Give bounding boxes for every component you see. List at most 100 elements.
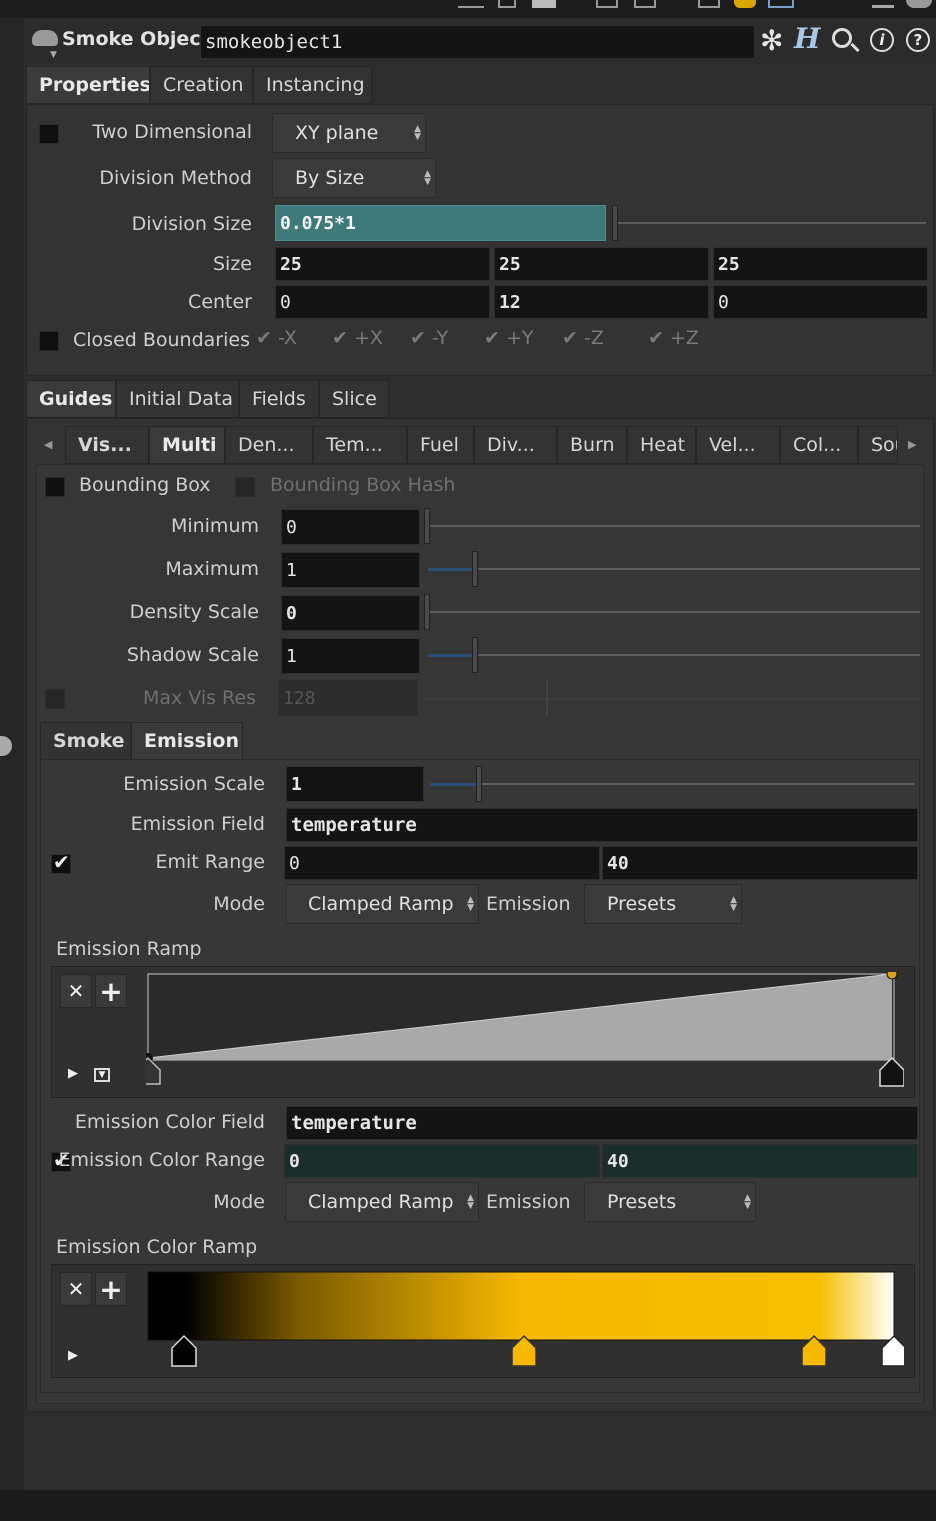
emission-presets-menu[interactable]: Presets ▲ ▼ bbox=[584, 884, 742, 924]
boundary-label: +Y bbox=[505, 327, 534, 349]
minimum-slider-track[interactable] bbox=[428, 525, 920, 527]
emit-range-max-field[interactable]: 40 bbox=[602, 846, 918, 880]
density-scale-slider-track[interactable] bbox=[428, 611, 920, 613]
emission-scale-slider-handle[interactable] bbox=[476, 766, 482, 802]
play-triangle-icon[interactable]: ▶ bbox=[68, 1348, 78, 1363]
division-method-menu[interactable]: By Size ▲ ▼ bbox=[272, 158, 436, 198]
emission-ramp-graph[interactable] bbox=[146, 972, 904, 1094]
tool-icon[interactable] bbox=[872, 0, 894, 8]
tool-icon[interactable] bbox=[596, 0, 618, 8]
mode-menu[interactable]: Clamped Ramp ▲ ▼ bbox=[285, 884, 479, 924]
size-x-field[interactable]: 25 bbox=[275, 247, 490, 281]
emission-color-range-min-field[interactable]: 0 bbox=[284, 1144, 600, 1178]
bounding-box-checkbox[interactable] bbox=[45, 477, 65, 497]
tab-instancing[interactable]: Instancing bbox=[253, 66, 372, 104]
guide-tab-collision[interactable]: Col... bbox=[780, 426, 858, 464]
emission-scale-slider-track[interactable] bbox=[430, 783, 915, 785]
two-dimensional-plane-menu[interactable]: XY plane ▲ ▼ bbox=[272, 113, 426, 153]
size-label: Size bbox=[212, 253, 252, 275]
emission-color-field-input[interactable]: temperature bbox=[286, 1106, 918, 1140]
emit-range-checkbox[interactable]: ✔ bbox=[51, 850, 71, 874]
tool-icon[interactable] bbox=[458, 0, 484, 8]
help-h-icon[interactable]: H bbox=[794, 22, 820, 55]
center-x-field[interactable]: 0 bbox=[275, 285, 490, 319]
boundary-neg-x[interactable]: ✔ -X bbox=[256, 327, 297, 349]
search-icon[interactable] bbox=[832, 28, 852, 48]
emission-scale-field[interactable]: 1 bbox=[286, 766, 424, 802]
guide-tab-burn[interactable]: Burn bbox=[557, 426, 627, 464]
sub-tab-smoke[interactable]: Smoke bbox=[40, 722, 131, 760]
boundary-pos-z[interactable]: ✔ +Z bbox=[648, 327, 699, 349]
tab-slice[interactable]: Slice bbox=[319, 380, 389, 418]
guide-tab-divergence[interactable]: Div... bbox=[474, 426, 557, 464]
two-dimensional-checkbox[interactable] bbox=[39, 124, 59, 144]
tab-properties[interactable]: Properties bbox=[26, 66, 150, 104]
smoke-object-icon bbox=[32, 30, 58, 46]
tool-icon[interactable] bbox=[698, 0, 720, 8]
center-z-field[interactable]: 0 bbox=[713, 285, 928, 319]
smoke-object-icon-arrow[interactable]: ▼ bbox=[50, 50, 57, 60]
center-y-field[interactable]: 12 bbox=[494, 285, 709, 319]
scroll-left-arrow-icon[interactable]: ◀ bbox=[44, 438, 52, 451]
emit-range-min-field[interactable]: 0 bbox=[284, 846, 600, 880]
guide-tab-source[interactable]: Sou bbox=[858, 426, 898, 464]
tool-icon[interactable] bbox=[768, 0, 794, 8]
add-color-key-button[interactable]: + bbox=[95, 1272, 127, 1306]
emission-color-ramp-gradient[interactable] bbox=[146, 1270, 904, 1374]
minimum-slider-handle[interactable] bbox=[424, 508, 430, 544]
remove-key-button[interactable]: ✕ bbox=[60, 974, 92, 1008]
shadow-scale-field[interactable]: 1 bbox=[281, 638, 420, 674]
info-icon[interactable]: i bbox=[870, 28, 894, 52]
closed-boundaries-checkbox[interactable] bbox=[39, 331, 59, 351]
tab-initial-data[interactable]: Initial Data bbox=[116, 380, 239, 418]
division-size-field[interactable]: 0.075*1 bbox=[275, 205, 606, 241]
boundary-pos-y[interactable]: ✔ +Y bbox=[484, 327, 534, 349]
minimum-field[interactable]: 0 bbox=[281, 509, 420, 545]
size-y-field[interactable]: 25 bbox=[494, 247, 709, 281]
shadow-scale-slider-handle[interactable] bbox=[472, 637, 478, 673]
guide-tab-vis[interactable]: Vis... bbox=[65, 426, 149, 464]
boundary-neg-y[interactable]: ✔ -Y bbox=[410, 327, 448, 349]
color-mode-menu[interactable]: Clamped Ramp ▲ ▼ bbox=[285, 1182, 479, 1222]
tool-icon[interactable] bbox=[734, 0, 756, 8]
check-icon: ✔ bbox=[332, 327, 348, 349]
emission-color-range-max-field[interactable]: 40 bbox=[602, 1144, 918, 1178]
boundary-pos-x[interactable]: ✔ +X bbox=[332, 327, 383, 349]
tab-creation[interactable]: Creation bbox=[150, 66, 253, 104]
maximum-field[interactable]: 1 bbox=[281, 552, 420, 588]
guide-tab-temperature[interactable]: Tem... bbox=[313, 426, 407, 464]
guide-tab-multi[interactable]: Multi bbox=[149, 426, 225, 464]
division-size-slider-track[interactable] bbox=[616, 222, 926, 224]
tool-icon[interactable] bbox=[906, 0, 932, 8]
size-z-field[interactable]: 25 bbox=[713, 247, 928, 281]
maximum-slider-handle[interactable] bbox=[472, 551, 478, 587]
add-key-button[interactable]: + bbox=[95, 974, 127, 1008]
guide-tab-density[interactable]: Den... bbox=[225, 426, 313, 464]
emission-field-input[interactable]: temperature bbox=[286, 808, 918, 842]
sub-tab-emission[interactable]: Emission bbox=[131, 722, 243, 760]
tool-icon[interactable] bbox=[532, 0, 556, 8]
play-triangle-icon[interactable]: ▶ bbox=[68, 1066, 78, 1081]
density-scale-field[interactable]: 0 bbox=[281, 595, 420, 631]
scroll-right-arrow-icon[interactable]: ▶ bbox=[908, 438, 916, 451]
maximum-slider-track[interactable] bbox=[428, 568, 920, 570]
gear-icon[interactable]: ✻ bbox=[760, 24, 783, 57]
shadow-scale-slider-track[interactable] bbox=[428, 654, 920, 656]
two-dimensional-plane-value: XY plane bbox=[295, 122, 379, 144]
tab-fields[interactable]: Fields bbox=[239, 380, 319, 418]
tool-icon[interactable] bbox=[634, 0, 656, 8]
guide-tab-velocity[interactable]: Vel... bbox=[696, 426, 780, 464]
node-name-field[interactable]: smokeobject1 bbox=[200, 25, 755, 59]
ramp-options-icon[interactable]: ▼ bbox=[94, 1068, 110, 1082]
tab-guides[interactable]: Guides bbox=[26, 380, 116, 418]
division-size-slider-handle[interactable] bbox=[612, 205, 618, 241]
remove-color-key-button[interactable]: ✕ bbox=[60, 1272, 92, 1306]
boundary-neg-z[interactable]: ✔ -Z bbox=[562, 327, 604, 349]
tool-icon[interactable] bbox=[498, 0, 516, 8]
color-emission-presets-menu[interactable]: Presets ▲ ▼ bbox=[584, 1182, 756, 1222]
density-scale-slider-handle[interactable] bbox=[424, 594, 430, 630]
max-vis-res-checkbox[interactable] bbox=[45, 689, 65, 709]
help-icon[interactable]: ? bbox=[906, 28, 930, 52]
guide-tab-fuel[interactable]: Fuel bbox=[407, 426, 474, 464]
guide-tab-heat[interactable]: Heat bbox=[627, 426, 696, 464]
